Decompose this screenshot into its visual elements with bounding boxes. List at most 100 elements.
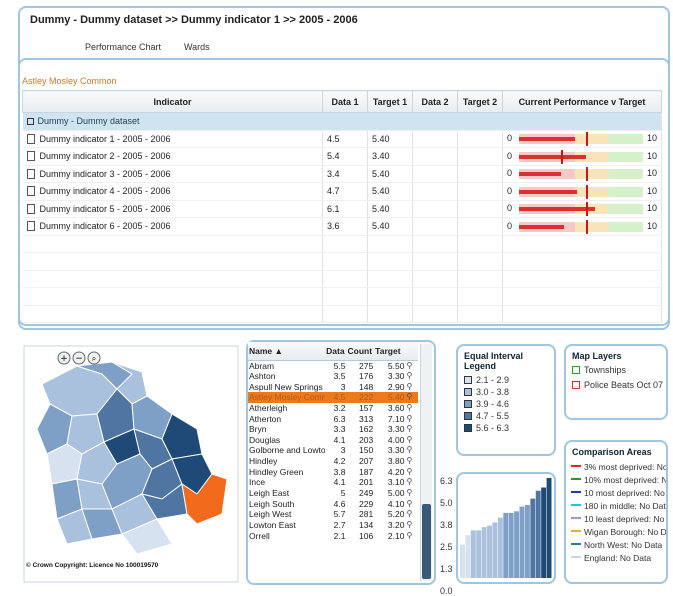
zoom-to-icon[interactable]: ⚲ xyxy=(405,413,418,424)
collapse-icon[interactable] xyxy=(26,118,34,126)
zoom-to-icon[interactable]: ⚲ xyxy=(405,391,418,403)
comparison-item[interactable]: 10% most deprived: No Data xyxy=(571,474,666,487)
zoom-to-icon[interactable]: ⚲ xyxy=(405,371,418,382)
comparison-item[interactable]: Wigan Borough: No Data xyxy=(571,526,666,539)
ward-col-data[interactable]: Data xyxy=(325,342,347,361)
comparison-item[interactable]: England: No Data xyxy=(571,552,661,565)
tab-performance-chart[interactable]: Performance Chart xyxy=(85,42,161,52)
zoom-to-icon[interactable]: ⚲ xyxy=(405,530,418,541)
legend-panel: Equal Interval Legend 2.1 - 2.9 3.0 - 3.8… xyxy=(456,344,556,456)
ward-name: Ashton xyxy=(249,370,276,381)
table-row[interactable]: Dummy indicator 3 - 2005 - 2006 3.4 5.40… xyxy=(22,165,662,183)
ward-col-name[interactable]: Name ▲ xyxy=(248,342,326,361)
layer-label: Police Beats Oct 07 xyxy=(584,380,664,390)
zoom-to-icon[interactable]: ⚲ xyxy=(405,498,418,509)
ward-row[interactable]: Ashton 3.5 176 3.30 ⚲ xyxy=(248,371,418,382)
zoom-to-icon[interactable]: ⚲ xyxy=(405,360,418,371)
layer-townships[interactable]: Townships xyxy=(572,365,660,375)
ward-row[interactable]: Orrell 2.1 106 2.10 ⚲ xyxy=(248,530,418,541)
zoom-to-icon[interactable]: ⚲ xyxy=(405,509,418,520)
table-row[interactable]: Dummy indicator 1 - 2005 - 2006 4.5 5.40… xyxy=(22,130,662,148)
data1-cell: 4.5 xyxy=(322,130,368,148)
zoom-to-icon[interactable]: ⚲ xyxy=(405,520,418,531)
table-row[interactable]: Dummy indicator 2 - 2005 - 2006 5.4 3.40… xyxy=(22,147,662,166)
map-panel[interactable]: + − ⌕ © Crown Copyright: Licence No 1000… xyxy=(22,344,240,584)
legend-swatch xyxy=(464,412,472,420)
layer-police-beats[interactable]: Police Beats Oct 07 xyxy=(572,380,664,390)
tab-wards[interactable]: Wards xyxy=(184,42,210,52)
comparison-item[interactable]: 3% most deprived: No Data xyxy=(571,461,666,474)
comparison-item[interactable]: 180 in middle: No Data xyxy=(571,500,666,513)
ward-col-count[interactable]: Count xyxy=(346,342,375,361)
ward-scrollbar[interactable] xyxy=(420,344,432,581)
ward-row[interactable]: Abram 5.5 275 5.50 ⚲ xyxy=(248,360,418,371)
zoom-to-icon[interactable]: ⚲ xyxy=(405,456,418,467)
hist-bar xyxy=(481,527,487,578)
target1-cell: 5.40 xyxy=(367,200,413,218)
target1-cell: 5.40 xyxy=(367,165,413,183)
zoom-to-icon[interactable]: ⚲ xyxy=(405,477,418,488)
perf-target-marker xyxy=(585,132,588,147)
ward-row[interactable]: Hindley Green 3.8 187 4.20 ⚲ xyxy=(248,466,418,477)
comparison-item[interactable]: 10 least deprived: No Data xyxy=(571,513,666,526)
zoom-to-icon[interactable]: ⚲ xyxy=(405,381,418,392)
ward-row[interactable]: Atherleigh 3.2 157 3.60 ⚲ xyxy=(248,403,418,414)
comparison-item[interactable]: 10 most deprived: No Data xyxy=(571,487,666,500)
ward-data: 5.7 xyxy=(333,509,346,520)
col-indicator[interactable]: Indicator xyxy=(22,90,323,113)
data2-cell xyxy=(412,217,458,236)
zoom-to-icon[interactable]: ⚲ xyxy=(405,466,418,477)
ward-row[interactable]: Leigh East 5 249 5.00 ⚲ xyxy=(248,488,418,499)
zoom-to-icon[interactable]: ⚲ xyxy=(405,424,418,435)
performance-bar: 0 10 xyxy=(507,184,657,199)
checkbox[interactable] xyxy=(572,381,580,389)
ward-row[interactable]: Hindley 4.2 207 3.80 ⚲ xyxy=(248,456,418,467)
scroll-thumb[interactable] xyxy=(422,504,431,579)
ward-row[interactable]: Golborne and Lowton West 3 150 3.30 ⚲ xyxy=(248,445,418,456)
table-row[interactable]: Dummy indicator 6 - 2005 - 2006 3.6 5.40… xyxy=(22,217,662,236)
ward-count: 187 xyxy=(358,466,374,477)
col-data2[interactable]: Data 2 xyxy=(412,90,458,113)
perf-max-label: 10 xyxy=(646,185,657,196)
comparison-item[interactable]: North West: No Data xyxy=(571,539,662,552)
table-row[interactable]: Dummy indicator 4 - 2005 - 2006 4.7 5.40… xyxy=(22,182,662,201)
ward-name: Hindley xyxy=(249,456,278,467)
group-row[interactable]: Dummy - Dummy dataset xyxy=(22,112,662,131)
col-performance[interactable]: Current Performance v Target xyxy=(502,90,662,113)
ward-row[interactable]: Lowton East 2.7 134 3.20 ⚲ xyxy=(248,520,418,531)
ward-row[interactable]: Leigh West 5.7 281 5.20 ⚲ xyxy=(248,509,418,520)
ward-row[interactable]: Astley Mosley Common 4.5 222 5.40 ⚲ xyxy=(248,391,418,403)
ward-target: 5.20 xyxy=(387,509,405,520)
ward-count: 106 xyxy=(358,530,374,541)
line-swatch xyxy=(571,517,581,519)
checkbox[interactable] xyxy=(572,366,580,374)
col-target2[interactable]: Target 2 xyxy=(457,90,503,113)
ward-name: Leigh East xyxy=(249,488,290,498)
ward-data: 6.3 xyxy=(333,413,346,424)
hist-bar xyxy=(476,530,482,578)
ward-row[interactable]: Ince 4.1 201 3.10 ⚲ xyxy=(248,477,418,488)
zoom-to-icon[interactable]: ⚲ xyxy=(405,403,418,414)
ward-row[interactable]: Aspull New Springs 3 148 2.90 ⚲ xyxy=(248,381,418,392)
comparison-label: 180 in middle: No Data xyxy=(584,501,668,511)
legend-label: 3.0 - 3.8 xyxy=(476,387,510,397)
zoom-to-icon[interactable]: ⚲ xyxy=(405,445,418,456)
zoom-to-icon[interactable]: ⚲ xyxy=(405,434,418,445)
ward-row[interactable]: Douglas 4.1 203 4.00 ⚲ xyxy=(248,434,418,445)
col-data1[interactable]: Data 1 xyxy=(322,90,368,113)
legend-item: 2.1 - 2.9 xyxy=(464,375,548,385)
hist-bar xyxy=(503,512,509,578)
hist-bar xyxy=(535,490,541,578)
data1-cell: 3.6 xyxy=(322,217,368,236)
ward-row[interactable]: Leigh South 4.6 229 4.10 ⚲ xyxy=(248,498,418,509)
ward-row[interactable]: Atherton 6.3 313 7.10 ⚲ xyxy=(248,413,418,424)
ward-col-target[interactable]: Target xyxy=(374,342,406,361)
zoom-to-icon[interactable]: ⚲ xyxy=(405,488,418,499)
target1-cell: 5.40 xyxy=(367,217,413,236)
table-row[interactable]: Dummy indicator 5 - 2005 - 2006 6.1 5.40… xyxy=(22,200,662,218)
col-target1[interactable]: Target 1 xyxy=(367,90,413,113)
zoom-controls[interactable]: + − ⌕ xyxy=(57,351,101,365)
ward-map[interactable]: + − ⌕ xyxy=(22,344,240,584)
legend-swatch xyxy=(464,400,472,408)
ward-row[interactable]: Bryn 3.3 162 3.30 ⚲ xyxy=(248,424,418,435)
